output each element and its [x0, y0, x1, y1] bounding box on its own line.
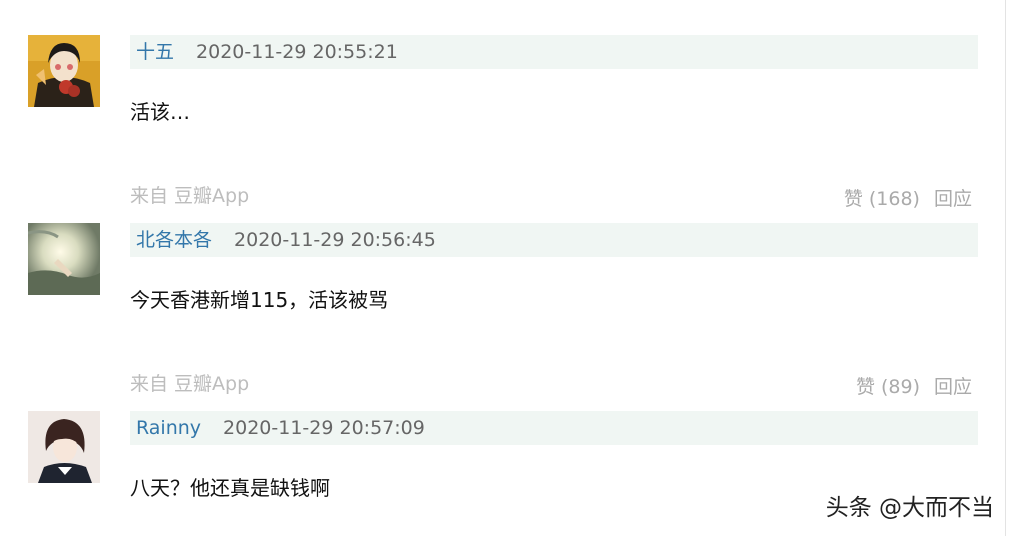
reply-button[interactable]: 回应: [934, 372, 972, 399]
like-button[interactable]: 赞 (89): [856, 372, 920, 399]
like-button[interactable]: 赞 (168): [844, 184, 920, 211]
comment-meta-bar: 十五 2020-11-29 20:55:21: [130, 35, 978, 69]
comment-meta-bar: Rainny 2020-11-29 20:57:09: [130, 411, 978, 445]
comment-content: 今天香港新增115，活该被骂: [130, 288, 389, 312]
watermark-label: 头条 @大而不当: [825, 495, 994, 521]
comment-timestamp: 2020-11-29 20:56:45: [234, 229, 436, 251]
comment-meta-bar: 北各本各 2020-11-29 20:56:45: [130, 223, 978, 257]
avatar[interactable]: [28, 223, 100, 295]
comment-content: 活该…: [130, 100, 190, 124]
reply-button[interactable]: 回应: [934, 184, 972, 211]
comment-actions: 赞 (168) 回应: [844, 184, 972, 211]
avatar[interactable]: [28, 35, 100, 107]
comment-source: 来自 豆瓣App: [130, 373, 250, 395]
page-right-border: [1005, 0, 1006, 536]
comment-timestamp: 2020-11-29 20:57:09: [223, 417, 425, 439]
comment-content: 八天？他还真是缺钱啊: [130, 476, 330, 500]
comment-author-link[interactable]: 十五: [130, 35, 174, 69]
comment-author-link[interactable]: 北各本各: [130, 223, 212, 257]
comment-source: 来自 豆瓣App: [130, 185, 250, 207]
comment-timestamp: 2020-11-29 20:55:21: [196, 41, 398, 63]
avatar[interactable]: [28, 411, 100, 483]
comment-author-link[interactable]: Rainny: [130, 411, 201, 445]
comment-actions: 赞 (89) 回应: [856, 372, 972, 399]
